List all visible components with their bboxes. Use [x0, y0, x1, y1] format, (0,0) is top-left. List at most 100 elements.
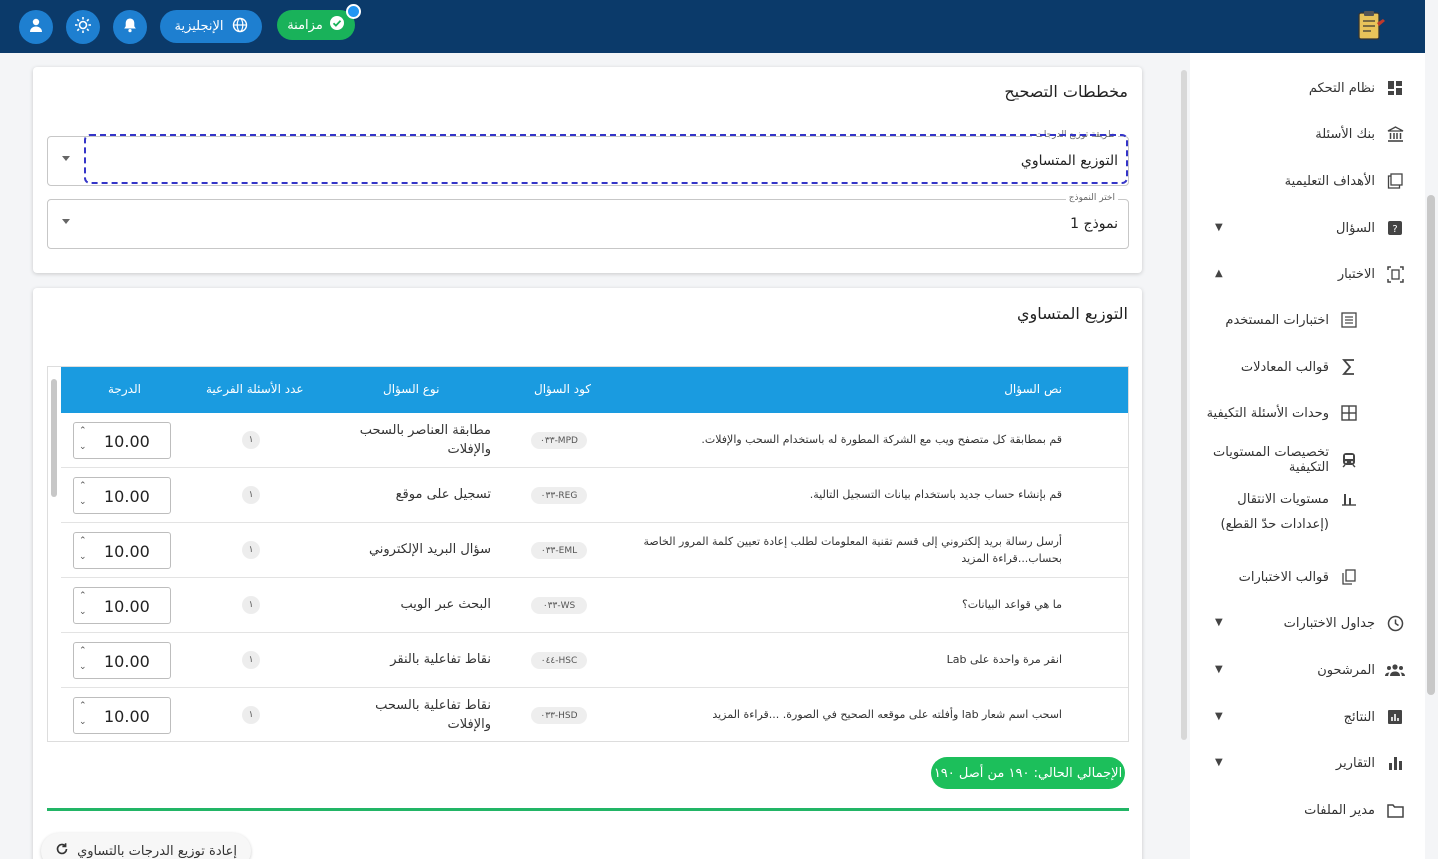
sidebar-item-question[interactable]: ? السؤال ▼ [1190, 208, 1425, 248]
question-type: البحث عبر الويب [400, 597, 491, 613]
table-header: نص السؤال كود السؤال نوع السؤال عدد الأس… [61, 367, 1128, 413]
app-logo[interactable] [1353, 9, 1387, 43]
decrement-icon[interactable]: ⌄ [79, 717, 87, 727]
question-text: أرسل رسالة بريد إلكتروني إلى قسم تقنية ا… [643, 535, 1062, 565]
sidebar-item-chart[interactable]: التقارير ▼ [1190, 743, 1425, 783]
bank-icon [1385, 124, 1405, 144]
question-code: ٠٣٣-WS [531, 597, 587, 614]
section-title: التوزيع المتساوي [1017, 304, 1128, 323]
chevron-down-icon [62, 156, 70, 161]
model-select[interactable]: اختر النموذج نموذج 1 [47, 193, 1129, 249]
score-input[interactable]: ⌃ ⌄ 10.00 [73, 587, 171, 624]
page-scrollbar[interactable] [1427, 195, 1435, 695]
table-row: ما هي قواعد البيانات؟ ٠٣٣-WS البحث عبر الو… [61, 578, 1128, 633]
col-score: الدرجة [108, 382, 141, 396]
table-scrollbar[interactable] [51, 379, 57, 497]
chevron-down-icon [62, 219, 70, 224]
table-row: اسحب اسم شعار lab وأفلته على موقعه الصحي… [61, 688, 1128, 741]
question-code: ٠٣٣-EML [531, 542, 587, 559]
question-code: ٠٤٤-HSC [531, 652, 587, 669]
sidebar-item-label: النتائج [1343, 709, 1375, 725]
sidebar-item-copy[interactable]: قوالب الاختبارات [1190, 557, 1425, 597]
subquestion-count: ١ [242, 541, 260, 559]
sidebar-item-bar[interactable]: مستويات الانتقال (إعدادات حدّ القطع) [1190, 486, 1425, 534]
question-type: تسجيل على موقع [395, 487, 491, 503]
sidebar-item-exam[interactable]: الاختبار ▲ [1190, 254, 1425, 294]
sidebar-item-dashboard[interactable]: نظام التحكم [1190, 68, 1425, 108]
chevron-down-icon[interactable]: ▼ [1215, 617, 1223, 628]
subquestion-count: ١ [242, 706, 260, 724]
divider [47, 808, 1129, 811]
sidebar-scrollbar[interactable] [1178, 60, 1188, 859]
score-input[interactable]: ⌃ ⌄ 10.00 [73, 477, 171, 514]
score-input[interactable]: ⌃ ⌄ 10.00 [73, 532, 171, 569]
increment-icon[interactable]: ⌃ [79, 646, 87, 656]
grading-plans-card: مخططات التصحيح طريقة توزيع الدرجات التوز… [33, 67, 1142, 273]
bell-icon [122, 17, 138, 37]
score-input[interactable]: ⌃ ⌄ 10.00 [73, 697, 171, 734]
increment-icon[interactable]: ⌃ [79, 536, 87, 546]
question-text: انقر مرة واحدة على Lab [946, 653, 1062, 667]
score-input[interactable]: ⌃ ⌄ 10.00 [73, 422, 171, 459]
top-bar: الإنجليزية مزامنة [0, 0, 1425, 53]
sidebar-item-bank[interactable]: بنك الأسئلة [1190, 114, 1425, 154]
reset-distribution-button[interactable]: إعادة توزيع الدرجات بالتساوي [41, 833, 251, 859]
sidebar-item-label: الأهداف التعليمية [1284, 173, 1375, 189]
sidebar-item-grid[interactable]: وحدات الأسئلة التكيفية [1190, 393, 1425, 433]
score-value: 10.00 [104, 597, 150, 616]
decrement-icon[interactable]: ⌄ [79, 552, 87, 562]
sidebar-item-label: قوالب الاختبارات [1238, 569, 1329, 585]
chevron-down-icon[interactable]: ▼ [1215, 711, 1223, 722]
sidebar-item-results[interactable]: النتائج ▼ [1190, 697, 1425, 737]
sync-button[interactable]: مزامنة [277, 10, 355, 40]
sidebar-item-label: وحدات الأسئلة التكيفية [1206, 405, 1329, 421]
table-row: قم بإنشاء حساب جديد باستخدام بيانات التس… [61, 468, 1128, 523]
model-value: نموذج 1 [1070, 216, 1118, 232]
sidebar-item-train[interactable]: تخصيصات المستويات التكيفية [1190, 440, 1425, 480]
theme-button[interactable] [66, 10, 100, 44]
score-input[interactable]: ⌃ ⌄ 10.00 [73, 642, 171, 679]
dashboard-icon [1385, 78, 1405, 98]
sidebar-item-label: التقارير [1335, 755, 1375, 771]
chevron-up-icon[interactable]: ▲ [1215, 268, 1223, 279]
list-icon [1339, 310, 1359, 330]
subquestion-count: ١ [242, 431, 260, 449]
sidebar-item-sigma[interactable]: قوالب المعادلات [1190, 347, 1425, 387]
page-title: مخططات التصحيح [1004, 82, 1128, 101]
increment-icon[interactable]: ⌃ [79, 481, 87, 491]
question-text: ما هي قواعد البيانات؟ [961, 598, 1062, 612]
bar-icon [1339, 488, 1359, 508]
sidebar-item-folder[interactable]: مدير الملفات [1190, 790, 1425, 830]
decrement-icon[interactable]: ⌄ [79, 442, 87, 452]
svg-text:?: ? [1392, 224, 1397, 235]
user-button[interactable] [19, 10, 53, 44]
sidebar-item-book[interactable]: الأهداف التعليمية [1190, 161, 1425, 201]
sidebar-item-list[interactable]: اختبارات المستخدم [1190, 300, 1425, 340]
col-question-type: نوع السؤال [383, 382, 440, 396]
score-value: 10.00 [104, 542, 150, 561]
copy-icon [1339, 567, 1359, 587]
sidebar: نظام التحكم بنك الأسئلة الأهداف التعليمية?… [1190, 53, 1425, 859]
increment-icon[interactable]: ⌃ [79, 591, 87, 601]
notifications-button[interactable] [113, 10, 147, 44]
sidebar-item-label: بنك الأسئلة [1315, 126, 1375, 142]
sidebar-item-people[interactable]: المرشحون ▼ [1190, 650, 1425, 690]
increment-icon[interactable]: ⌃ [79, 426, 87, 436]
chevron-down-icon[interactable]: ▼ [1215, 664, 1223, 675]
chevron-down-icon[interactable]: ▼ [1215, 757, 1223, 768]
score-value: 10.00 [104, 652, 150, 671]
table-row: أرسل رسالة بريد إلكتروني إلى قسم تقنية ا… [61, 523, 1128, 578]
increment-icon[interactable]: ⌃ [79, 701, 87, 711]
score-value: 10.00 [104, 432, 150, 451]
sidebar-item-clock[interactable]: جداول الاختبارات ▼ [1190, 603, 1425, 643]
clock-icon [1385, 613, 1405, 633]
subquestion-count: ١ [242, 651, 260, 669]
decrement-icon[interactable]: ⌄ [79, 662, 87, 672]
chevron-down-icon[interactable]: ▼ [1215, 222, 1223, 233]
decrement-icon[interactable]: ⌄ [79, 497, 87, 507]
sidebar-item-label: قوالب المعادلات [1240, 359, 1329, 375]
language-button[interactable]: الإنجليزية [160, 10, 262, 43]
decrement-icon[interactable]: ⌄ [79, 607, 87, 617]
question-code: ٠٣٣-MPD [531, 432, 587, 449]
grid-icon [1339, 403, 1359, 423]
